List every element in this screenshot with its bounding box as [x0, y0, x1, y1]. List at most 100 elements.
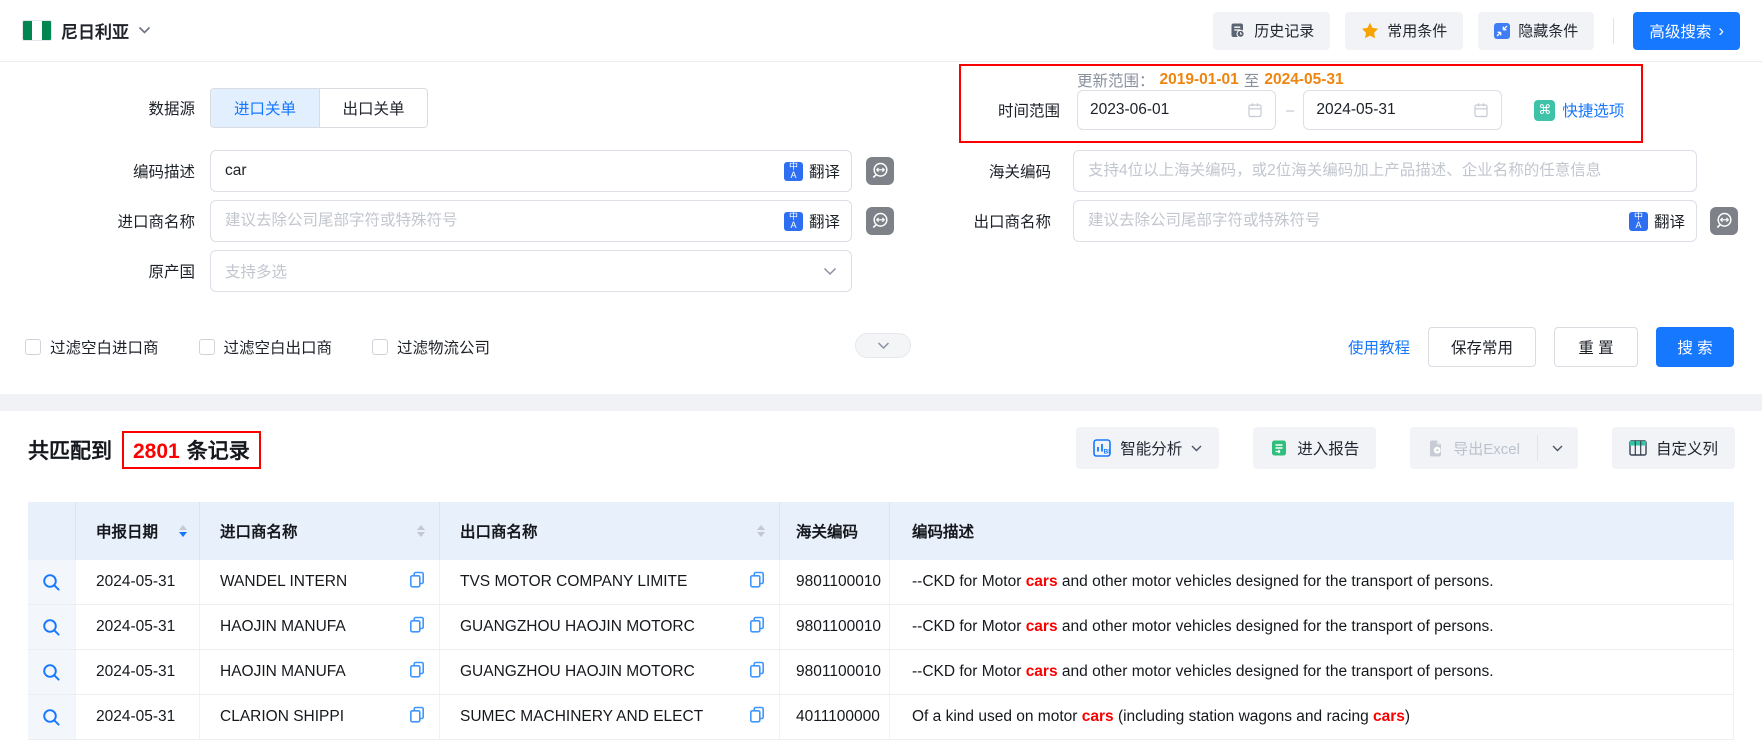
advanced-search-button[interactable]: 高级搜索 › — [1633, 12, 1740, 50]
cell-hs-code: 9801100010 — [780, 560, 890, 604]
checkbox-icon[interactable] — [199, 339, 215, 355]
export-excel-button[interactable]: 导出Excel — [1410, 427, 1537, 469]
header-cell-1[interactable]: 申报日期 — [76, 502, 200, 560]
collapse-icon — [1494, 23, 1510, 39]
chevron-down-icon — [1191, 445, 1202, 452]
copy-button[interactable] — [409, 616, 425, 638]
filter-checkbox-2[interactable]: 过滤物流公司 — [372, 336, 490, 358]
start-date-input[interactable]: 2023-06-01 — [1077, 90, 1276, 130]
hs-code-row: 海关编码 — [866, 150, 1697, 192]
results-toolbar: BI 智能分析 进入报告 导出Excel 自定义列 — [1076, 427, 1735, 469]
hide-conditions-button[interactable]: 隐藏条件 — [1478, 12, 1594, 50]
importer-input[interactable] — [210, 200, 852, 242]
copy-button[interactable] — [749, 706, 765, 728]
sort-desc-icon[interactable] — [179, 532, 187, 537]
header-cell-3[interactable]: 出口商名称 — [440, 502, 780, 560]
sort-desc-icon[interactable] — [417, 532, 425, 537]
sort-control[interactable] — [179, 525, 187, 537]
checkbox-icon[interactable] — [372, 339, 388, 355]
origin-country-select[interactable]: 支持多选 — [210, 250, 852, 292]
smart-analysis-button[interactable]: BI 智能分析 — [1076, 427, 1219, 469]
history-button[interactable]: 历史记录 — [1213, 12, 1330, 50]
row-detail-button[interactable] — [28, 695, 76, 739]
tutorial-link[interactable]: 使用教程 — [1348, 336, 1410, 358]
export-options-button[interactable] — [1538, 427, 1578, 469]
country-selector[interactable]: 尼日利亚 — [22, 18, 151, 43]
save-conditions-button[interactable]: 保存常用 — [1428, 327, 1536, 367]
cell-hs-description: --CKD for Motor cars and other motor veh… — [890, 560, 1734, 604]
hs-code-label: 海关编码 — [866, 160, 1051, 182]
column-header-label: 海关编码 — [796, 520, 858, 542]
filter-checkbox-1[interactable]: 过滤空白出口商 — [199, 336, 333, 358]
copy-icon — [749, 616, 765, 633]
sort-control[interactable] — [417, 525, 425, 537]
column-header-label: 出口商名称 — [460, 520, 538, 542]
translate-button[interactable]: 中A 翻译 — [784, 150, 840, 192]
header-cell-2[interactable]: 进口商名称 — [200, 502, 440, 560]
cell-hs-description: --CKD for Motor cars and other motor veh… — [890, 650, 1734, 694]
tab-import-declarations[interactable]: 进口关单 — [211, 89, 319, 127]
fuzzy-match-toggle-icon[interactable] — [1710, 207, 1738, 235]
star-icon — [1361, 22, 1379, 39]
column-header-label: 申报日期 — [96, 520, 158, 542]
update-range-label: 更新范围： — [1077, 69, 1155, 91]
update-range-line: 更新范围： 2019-01-01 至 2024-05-31 — [1077, 69, 1344, 91]
update-range-from: 2019-01-01 — [1160, 71, 1239, 89]
hs-description: --CKD for Motor cars and other motor veh… — [912, 618, 1494, 636]
filter-checkbox-label: 过滤空白出口商 — [224, 336, 333, 358]
cell-importer: HAOJIN MANUFA — [200, 605, 440, 649]
row-detail-button[interactable] — [28, 560, 76, 604]
custom-columns-label: 自定义列 — [1656, 437, 1718, 459]
copy-button[interactable] — [409, 706, 425, 728]
end-date-input[interactable]: 2024-05-31 — [1303, 90, 1502, 130]
translate-button[interactable]: 中A 翻译 — [1629, 200, 1685, 242]
custom-columns-button[interactable]: 自定义列 — [1612, 427, 1735, 469]
hs-code-input[interactable] — [1073, 150, 1697, 192]
copy-button[interactable] — [409, 661, 425, 683]
header-cell-4: 海关编码 — [780, 502, 890, 560]
sort-control[interactable] — [757, 525, 765, 537]
favorites-button[interactable]: 常用条件 — [1345, 12, 1463, 50]
sort-asc-icon[interactable] — [179, 525, 187, 530]
declaration-date: 2024-05-31 — [96, 663, 175, 681]
export-excel-group: 导出Excel — [1410, 427, 1578, 469]
table-body: 2024-05-31WANDEL INTERNTVS MOTOR COMPANY… — [28, 560, 1734, 740]
hs-desc-row: 编码描述 中A 翻译 — [0, 150, 894, 192]
filter-checkboxes: 过滤空白进口商 过滤空白出口商 过滤物流公司 — [25, 327, 490, 367]
copy-button[interactable] — [749, 616, 765, 638]
tab-export-declarations[interactable]: 出口关单 — [319, 89, 427, 127]
exporter-input[interactable] — [1073, 200, 1697, 242]
sort-asc-icon[interactable] — [417, 525, 425, 530]
search-button[interactable]: 搜 索 — [1656, 327, 1734, 367]
filter-checkbox-0[interactable]: 过滤空白进口商 — [25, 336, 159, 358]
table-row: 2024-05-31HAOJIN MANUFAGUANGZHOU HAOJIN … — [28, 650, 1734, 695]
row-detail-button[interactable] — [28, 650, 76, 694]
hs-desc-input[interactable] — [210, 150, 852, 192]
cell-hs-description: Of a kind used on motor cars (including … — [890, 695, 1734, 739]
hs-code: 9801100010 — [796, 663, 881, 681]
table-row: 2024-05-31WANDEL INTERNTVS MOTOR COMPANY… — [28, 560, 1734, 605]
date-range-dash: – — [1286, 102, 1294, 119]
hs-desc-label: 编码描述 — [0, 160, 195, 182]
report-icon — [1270, 439, 1288, 457]
translate-button[interactable]: 中A 翻译 — [784, 200, 840, 242]
cell-declaration-date: 2024-05-31 — [76, 605, 200, 649]
quick-options-label: 快捷选项 — [1562, 99, 1624, 121]
copy-button[interactable] — [409, 571, 425, 593]
cell-importer: WANDEL INTERN — [200, 560, 440, 604]
quick-options-button[interactable]: ⌘ 快捷选项 — [1534, 99, 1624, 121]
reset-button[interactable]: 重 置 — [1554, 327, 1638, 367]
sort-desc-icon[interactable] — [757, 532, 765, 537]
checkbox-icon[interactable] — [25, 339, 41, 355]
collapse-toggle-button[interactable] — [855, 333, 911, 358]
row-detail-button[interactable] — [28, 605, 76, 649]
copy-button[interactable] — [749, 571, 765, 593]
results-prefix: 共匹配到 — [28, 435, 112, 465]
results-count-highlight-box: 2801 条记录 — [122, 431, 261, 469]
enter-report-button[interactable]: 进入报告 — [1253, 427, 1376, 469]
results-count: 2801 — [133, 440, 180, 464]
results-suffix: 条记录 — [187, 435, 250, 465]
copy-button[interactable] — [749, 661, 765, 683]
keyword-highlight: cars — [1026, 618, 1058, 635]
sort-asc-icon[interactable] — [757, 525, 765, 530]
